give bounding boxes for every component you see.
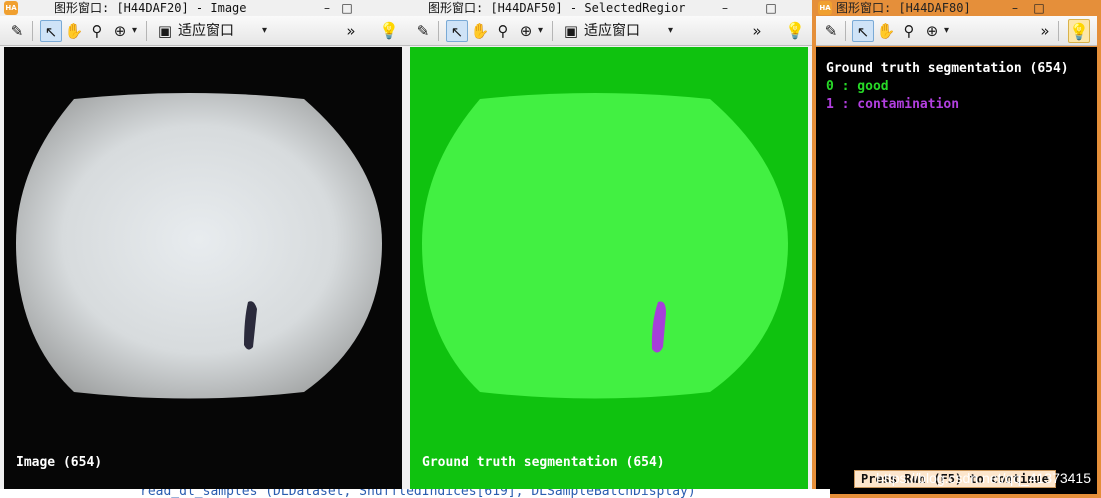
watermark-text: https://blog.csdn.net/qq_41373415: [876, 470, 1091, 486]
image-canvas[interactable]: Image (654): [4, 47, 402, 492]
toolbar-separator: [32, 21, 33, 41]
window-title: 图形窗口: [H44DAF50] - SelectedRegior: [428, 1, 686, 15]
magnifier-icon[interactable]: ⚲: [898, 20, 920, 42]
fit-window-icon[interactable]: ▣: [560, 20, 582, 42]
maximize-button[interactable]: □: [338, 0, 356, 16]
zoom-in-icon[interactable]: ⊕: [921, 20, 943, 42]
title-bar[interactable]: 图形窗口: [H44DAF50] - SelectedRegior – □: [406, 0, 812, 16]
minimize-button[interactable]: –: [318, 0, 336, 16]
zoom-in-icon[interactable]: ⊕: [515, 20, 537, 42]
pointer-tool-icon[interactable]: ↖: [40, 20, 62, 42]
graphics-window-image[interactable]: HA 图形窗口: [H44DAF20] - Image – □ ✎ ↖ ✋ ⚲ …: [0, 0, 406, 498]
window-toolbar: ✎ ↖ ✋ ⚲ ⊕ ▾ ▣ 适应窗口 ▾ » 💡: [0, 16, 406, 46]
fit-dropdown-icon[interactable]: ▾: [262, 21, 267, 41]
halcon-app-icon: HA: [818, 1, 832, 15]
halcon-app-icon: HA: [4, 1, 18, 15]
edit-pencil-icon[interactable]: ✎: [820, 20, 842, 42]
fit-dropdown-icon[interactable]: ▾: [668, 21, 673, 41]
fit-window-label[interactable]: 适应窗口: [584, 20, 640, 42]
magnifier-icon[interactable]: ⚲: [86, 20, 108, 42]
segmentation-caption: Ground truth segmentation (654): [422, 455, 665, 470]
legend-canvas: Ground truth segmentation (654) 0 : good…: [816, 47, 1097, 494]
window-title: 图形窗口: [H44DAF20] - Image: [54, 1, 247, 15]
toolbar-separator: [146, 21, 147, 41]
maximize-button[interactable]: □: [1030, 0, 1048, 16]
image-caption: Image (654): [16, 455, 103, 470]
toolbar-separator: [552, 21, 553, 41]
toolbar-separator: [1058, 21, 1059, 41]
minimize-button[interactable]: –: [1006, 0, 1024, 16]
pointer-tool-icon[interactable]: ↖: [852, 20, 874, 42]
edit-pencil-icon[interactable]: ✎: [412, 20, 434, 42]
window-toolbar: ✎ ↖ ✋ ⚲ ⊕ ▾ » 💡: [816, 16, 1097, 46]
fit-window-label[interactable]: 适应窗口: [178, 20, 234, 42]
legend-title: Ground truth segmentation (654): [826, 61, 1069, 76]
overflow-chevron-icon[interactable]: »: [1034, 20, 1056, 42]
maximize-button[interactable]: □: [762, 0, 780, 16]
pan-hand-icon[interactable]: ✋: [875, 20, 897, 42]
fit-window-icon[interactable]: ▣: [154, 20, 176, 42]
graphics-window-legend[interactable]: HA 图形窗口: [H44DAF80] – □ ✎ ↖ ✋ ⚲ ⊕ ▾ » 💡 …: [812, 0, 1101, 498]
pointer-tool-icon[interactable]: ↖: [446, 20, 468, 42]
code-line: read_dl_samples (DLDataset, ShuffledIndi…: [140, 489, 696, 498]
bulb-icon[interactable]: 💡: [1068, 19, 1090, 43]
zoom-dropdown-icon[interactable]: ▾: [944, 21, 949, 41]
toolbar-separator: [438, 21, 439, 41]
zoom-dropdown-icon[interactable]: ▾: [132, 21, 137, 41]
window-toolbar: ✎ ↖ ✋ ⚲ ⊕ ▾ ▣ 适应窗口 ▾ » 💡: [406, 16, 812, 46]
bulb-icon[interactable]: 💡: [784, 19, 806, 43]
title-bar[interactable]: HA 图形窗口: [H44DAF80] – □: [812, 0, 1101, 16]
edit-pencil-icon[interactable]: ✎: [6, 20, 28, 42]
magnifier-icon[interactable]: ⚲: [492, 20, 514, 42]
overflow-chevron-icon[interactable]: »: [340, 20, 362, 42]
toolbar-separator: [845, 21, 846, 41]
minimize-button[interactable]: –: [716, 0, 734, 16]
pill-image: [4, 47, 402, 492]
graphics-window-segmentation[interactable]: 图形窗口: [H44DAF50] - SelectedRegior – □ ✎ …: [406, 0, 812, 498]
overflow-chevron-icon[interactable]: »: [746, 20, 768, 42]
title-bar[interactable]: HA 图形窗口: [H44DAF20] - Image – □: [0, 0, 406, 16]
zoom-in-icon[interactable]: ⊕: [109, 20, 131, 42]
pan-hand-icon[interactable]: ✋: [469, 20, 491, 42]
legend-item-contamination: 1 : contamination: [826, 97, 960, 112]
legend-item-good: 0 : good: [826, 79, 889, 94]
bulb-icon[interactable]: 💡: [378, 19, 400, 43]
window-title: 图形窗口: [H44DAF80]: [836, 1, 971, 15]
program-editor-strip: read_dl_samples (DLDataset, ShuffledIndi…: [0, 489, 830, 498]
pan-hand-icon[interactable]: ✋: [63, 20, 85, 42]
zoom-dropdown-icon[interactable]: ▾: [538, 21, 543, 41]
segmentation-overlay: [410, 47, 808, 492]
segmentation-canvas[interactable]: Ground truth segmentation (654): [410, 47, 808, 492]
